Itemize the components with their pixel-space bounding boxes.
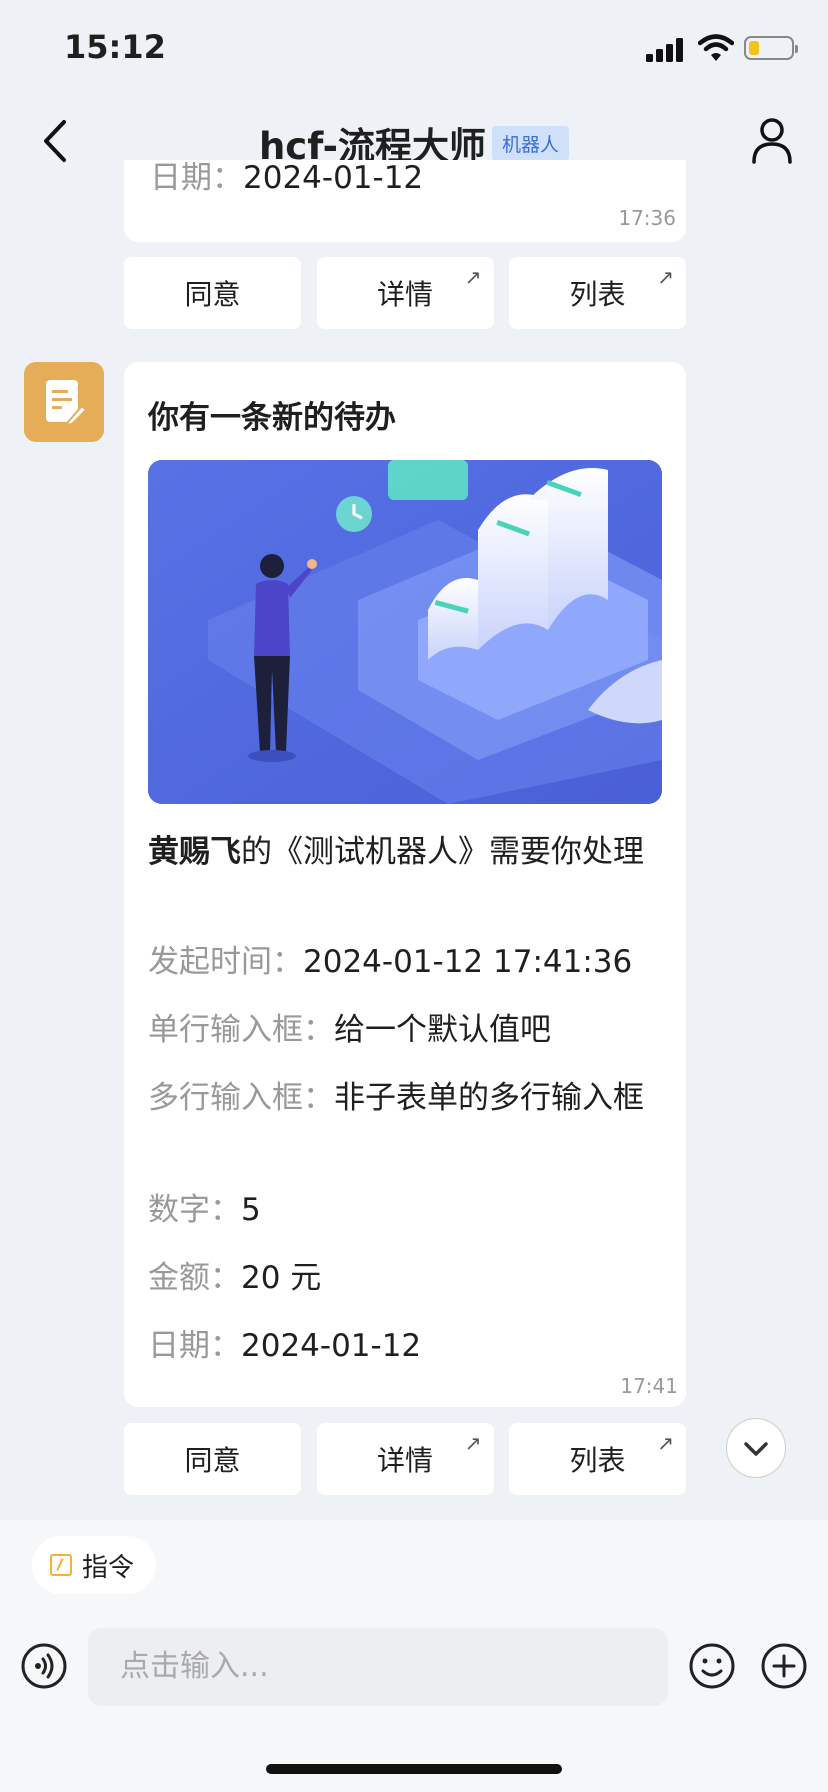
todo-headline: 黄赐飞的《测试机器人》需要你处理 [148, 834, 644, 870]
message-time: 17:41 [620, 1374, 678, 1398]
voice-icon[interactable] [20, 1642, 68, 1690]
field-date: 日期：2024-01-12 [148, 1328, 422, 1364]
action-bar: 同意 详情 ↗ 列表 ↗ [124, 1423, 686, 1495]
card-title: 你有一条新的待办 [148, 400, 396, 436]
external-arrow-icon: ↗ [657, 1431, 674, 1455]
slash-command-icon [50, 1554, 72, 1576]
approve-button[interactable]: 同意 [124, 1423, 301, 1495]
list-button[interactable]: 列表 ↗ [509, 1423, 686, 1495]
cellular-signal-icon [646, 38, 683, 62]
bot-avatar[interactable] [24, 362, 104, 442]
message-input[interactable]: 点击输入... [88, 1628, 668, 1706]
field-single-line-input: 单行输入框：给一个默认值吧 [148, 1012, 551, 1048]
action-bar: 同意 详情 ↗ 列表 ↗ [124, 257, 686, 329]
todo-message-card[interactable]: 你有一条新的待办 黄赐飞的《测试机器人》需要你处理 发起时间：2024-01-1… [124, 362, 686, 1407]
profile-icon[interactable] [750, 116, 794, 164]
robot-badge: 机器人 [492, 125, 570, 161]
external-arrow-icon: ↗ [657, 265, 674, 289]
wifi-icon [698, 34, 734, 61]
details-button[interactable]: 详情 ↗ [316, 1423, 494, 1495]
plus-icon[interactable] [760, 1642, 808, 1690]
emoji-icon[interactable] [688, 1642, 736, 1690]
status-time: 15:12 [64, 28, 166, 66]
chevron-down-icon [744, 1442, 768, 1456]
prev-date-field: 日期：2024-01-12 [150, 160, 424, 196]
todo-illustration [148, 460, 662, 804]
details-button[interactable]: 详情 ↗ [316, 257, 494, 329]
field-start-time: 发起时间：2024-01-12 17:41:36 [148, 944, 633, 980]
battery-icon [744, 36, 798, 60]
message-time: 17:36 [618, 206, 676, 230]
external-arrow-icon: ↗ [464, 1431, 482, 1455]
document-edit-icon [46, 380, 88, 427]
home-indicator[interactable] [266, 1764, 562, 1774]
field-amount: 金额：20 元 [148, 1260, 322, 1296]
scroll-to-bottom-button[interactable] [726, 1418, 786, 1478]
command-button[interactable]: 指令 [32, 1536, 157, 1594]
previous-message-card: 日期：2024-01-12 17:36 [124, 160, 686, 242]
external-arrow-icon: ↗ [464, 265, 482, 289]
list-button[interactable]: 列表 ↗ [509, 257, 686, 329]
field-multi-line-input: 多行输入框：非子表单的多行输入框 [148, 1080, 644, 1116]
approve-button[interactable]: 同意 [124, 257, 301, 329]
field-number: 数字：5 [148, 1192, 261, 1228]
